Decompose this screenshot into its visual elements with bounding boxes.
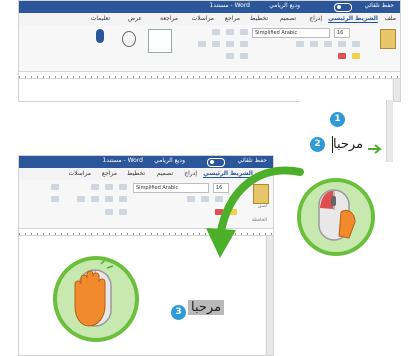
top-title-bar: حفظ تلقائي مستند1 - Word وديع الريامي: [19, 1, 400, 13]
top-justify-tool[interactable]: [198, 41, 206, 47]
top-subscript-tool[interactable]: [296, 41, 304, 47]
top-strike-tool[interactable]: [310, 41, 318, 47]
bottom-align-left-tool[interactable]: [91, 196, 99, 202]
cursor-icon: [332, 136, 333, 153]
top-tab-view[interactable]: عرض: [128, 15, 142, 22]
top-shading-tool[interactable]: [226, 53, 234, 59]
top-ribbon: Simplified Arabic 16: [19, 25, 400, 72]
typed-word: مرحبا: [333, 137, 364, 152]
bottom-tab-references[interactable]: مراجع: [102, 170, 117, 177]
top-vertical-scrollbar[interactable]: [393, 79, 400, 101]
top-styles-gallery[interactable]: [148, 29, 172, 53]
bottom-sort-tool[interactable]: [51, 184, 59, 190]
bottom-tab-insert[interactable]: إدراج: [184, 170, 197, 177]
top-italic-tool[interactable]: [338, 41, 346, 47]
top-numbering-tool[interactable]: [226, 29, 234, 35]
bottom-shading-tool[interactable]: [105, 209, 113, 215]
top-tab-mailings[interactable]: مراسلات: [192, 15, 214, 22]
paste-icon[interactable]: [380, 29, 396, 49]
bottom-align-right-tool[interactable]: [119, 196, 127, 202]
top-bold-tool[interactable]: [352, 41, 360, 47]
top-align-right-tool[interactable]: [240, 41, 248, 47]
top-line-spacing-tool[interactable]: [240, 53, 248, 59]
top-tab-file[interactable]: ملف: [385, 15, 396, 22]
top-tab-insert[interactable]: إدراج: [309, 15, 322, 22]
bottom-user-name: وديع الريامي: [154, 157, 185, 164]
hand-on-mouse-icon: [74, 260, 114, 327]
bottom-multilevel-tool[interactable]: [91, 184, 99, 190]
bottom-line-spacing-tool[interactable]: [119, 209, 127, 215]
mouse-click-icon: [318, 189, 356, 241]
top-font-color-tool[interactable]: [338, 53, 346, 59]
bottom-tab-layout[interactable]: تخطيط: [127, 170, 145, 177]
top-font-name-box[interactable]: Simplified Arabic: [252, 28, 330, 38]
top-dictate-icon[interactable]: [96, 29, 104, 43]
top-user-name: وديع الريامي: [269, 2, 300, 9]
bottom-numbering-tool[interactable]: [105, 184, 113, 190]
hand-click-icon: [53, 256, 139, 342]
bottom-bullets-tool[interactable]: [119, 184, 127, 190]
top-autosave-label: حفظ تلقائي: [364, 2, 394, 9]
top-tab-home[interactable]: الشريط الرئيسي: [328, 15, 378, 23]
step-2-badge: 2: [309, 136, 326, 153]
top-autosave-toggle[interactable]: [334, 3, 352, 12]
top-tab-help[interactable]: تعليمات: [91, 15, 110, 22]
top-font-size-box[interactable]: 16: [334, 28, 350, 38]
bottom-align-center-tool[interactable]: [105, 196, 113, 202]
top-ruler: [19, 72, 400, 79]
top-tab-layout[interactable]: تخطيط: [250, 15, 268, 22]
bottom-justify-tool[interactable]: [77, 196, 85, 202]
top-doc-title: مستند1 - Word: [209, 2, 250, 9]
step-2-pointer-arrow-icon: [368, 144, 382, 154]
top-bullets-tool[interactable]: [240, 29, 248, 35]
bottom-doc-title: مستند1 - Word: [102, 157, 143, 164]
selected-word: مرحبا: [188, 300, 225, 315]
bottom-font-name-box[interactable]: Simplified Arabic: [133, 183, 209, 193]
top-highlight-tool[interactable]: [352, 53, 360, 59]
bottom-show-marks-tool[interactable]: [51, 196, 59, 202]
top-align-center-tool[interactable]: [226, 41, 234, 47]
top-page-scrollbar: [386, 100, 393, 162]
step-1-badge: 1: [329, 111, 346, 128]
mouse-icon: [297, 178, 375, 256]
top-ribbon-tabs: ملف الشريط الرئيسي إدراج تصميم تخطيط مرا…: [19, 13, 400, 25]
arrow-icon: [206, 166, 304, 258]
top-underline-tool[interactable]: [324, 41, 332, 47]
bottom-strike-tool[interactable]: [187, 196, 195, 202]
top-tab-design[interactable]: تصميم: [280, 15, 296, 22]
top-tab-references[interactable]: مراجع: [225, 15, 240, 22]
top-search-icon[interactable]: [122, 31, 136, 47]
bottom-tab-design[interactable]: تصميم: [157, 170, 173, 177]
bottom-tab-mailings[interactable]: مراسلات: [69, 170, 91, 177]
top-align-left-tool[interactable]: [212, 41, 220, 47]
step-3-badge: 3: [170, 304, 187, 321]
top-word-window: حفظ تلقائي مستند1 - Word وديع الريامي مل…: [18, 0, 401, 102]
top-tab-review[interactable]: مراجعة: [160, 15, 178, 22]
top-document-page[interactable]: [19, 79, 392, 101]
top-multilevel-tool[interactable]: [212, 29, 220, 35]
